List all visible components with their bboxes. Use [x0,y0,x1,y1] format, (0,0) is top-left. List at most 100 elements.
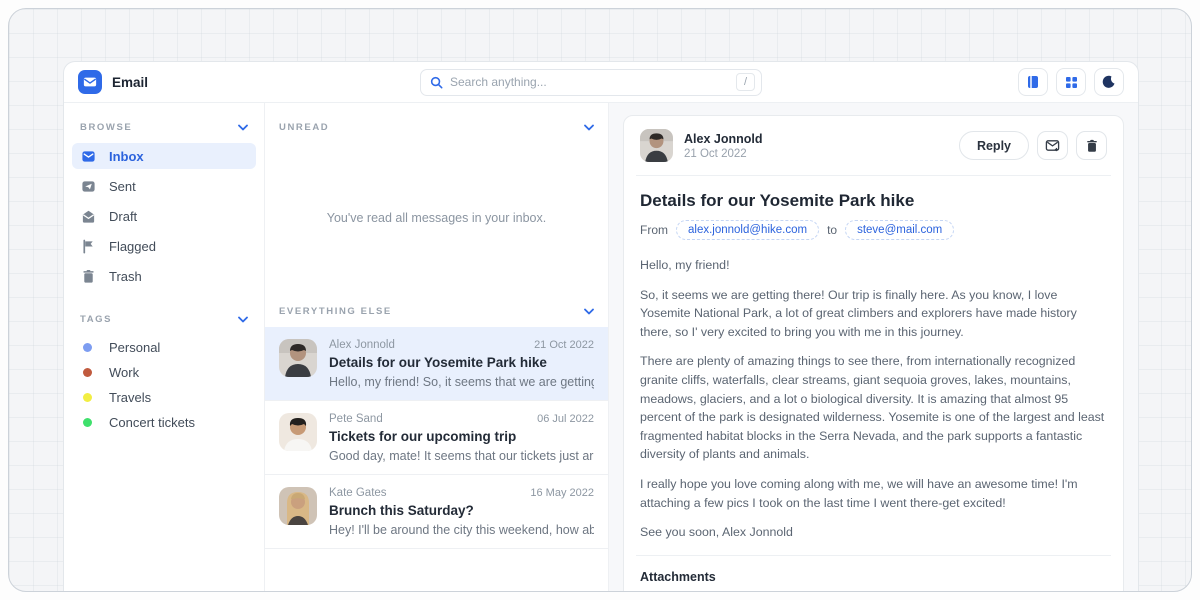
sidebar-item-inbox[interactable]: Inbox [72,143,256,169]
search-icon [430,76,443,89]
chevron-down-icon[interactable] [238,124,248,131]
unread-section-header: UNREAD [265,119,608,135]
reply-button[interactable]: Reply [959,131,1029,160]
forward-mail-button[interactable] [1037,131,1068,160]
flag-icon [81,239,96,254]
divider [636,555,1111,556]
grid-icon [1065,76,1078,89]
from-email-pill[interactable]: alex.jonnold@hike.com [676,220,819,240]
email-body: Hello, my friend! So, it seems we are ge… [640,256,1107,542]
from-to-row: From alex.jonnold@hike.com to steve@mail… [640,220,1107,240]
body-paragraph: See you soon, Alex Jonnold [640,523,1107,542]
body-paragraph: There are plenty of amazing things to se… [640,352,1107,464]
sidebar-item-draft[interactable]: Draft [72,203,256,229]
email-list-column: UNREAD You've read all messages in your … [265,103,609,591]
email-list-item[interactable]: Pete Sand 06 Jul 2022 Tickets for our up… [265,401,608,475]
email-snippet: Good day, mate! It seems that our ticket… [329,449,594,463]
search-bar[interactable]: / [420,69,762,96]
chevron-down-icon[interactable] [584,124,594,131]
sidebar-item-label: Flagged [109,239,156,254]
to-label: to [827,223,837,237]
tag-item-concert-tickets[interactable]: Concert tickets [72,410,256,435]
mail-plus-icon [1045,138,1060,153]
body-paragraph: So, it seems we are getting there! Our t… [640,286,1107,342]
email-detail-card: Alex Jonnold 21 Oct 2022 Reply [623,115,1124,592]
body-paragraph: I really hope you love coming along with… [640,475,1107,512]
tag-label: Work [109,365,139,380]
main-layout: BROWSE Inbox Sent Draft [64,103,1138,591]
trash-icon [81,269,96,284]
sidebar-item-label: Sent [109,179,136,194]
draft-icon [81,209,96,224]
tag-item-personal[interactable]: Personal [72,335,256,360]
moon-icon [1102,75,1116,89]
avatar [640,129,673,162]
email-summary: Pete Sand 06 Jul 2022 Tickets for our up… [329,413,594,463]
browse-nav: Inbox Sent Draft Flagged [64,143,264,289]
tags-list: Personal Work Travels Concert ticke [64,335,264,435]
email-sender: Kate Gates [329,487,387,499]
sidebar-item-trash[interactable]: Trash [72,263,256,289]
tag-color-dot [83,343,92,352]
delete-mail-button[interactable] [1076,131,1107,160]
header-actions [1018,68,1124,96]
attachments-label: Attachments [640,570,1107,584]
avatar [279,487,317,525]
detail-sender-block: Alex Jonnold 21 Oct 2022 [684,132,762,160]
email-summary: Alex Jonnold 21 Oct 2022 Details for our… [329,339,594,389]
tags-section-header: TAGS [64,311,264,327]
search-input[interactable] [450,75,736,89]
email-date: 21 Oct 2022 [534,339,594,351]
app-title: Email [112,75,148,90]
tag-label: Personal [109,340,160,355]
tags-title: TAGS [80,314,112,325]
sidebar-item-label: Inbox [109,149,144,164]
email-summary: Kate Gates 16 May 2022 Brunch this Satur… [329,487,594,537]
chevron-down-icon[interactable] [584,308,594,315]
email-snippet: Hello, my friend! So, it seems that we a… [329,375,594,389]
email-date: 06 Jul 2022 [537,413,594,425]
email-app-window: Email / [63,61,1139,591]
browse-title: BROWSE [80,122,132,133]
email-list-item[interactable]: Kate Gates 16 May 2022 Brunch this Satur… [265,475,608,549]
apps-grid-button[interactable] [1056,68,1086,96]
app-header: Email / [64,62,1138,103]
tag-item-travels[interactable]: Travels [72,385,256,410]
everything-else-header: EVERYTHING ELSE [265,303,608,319]
divider [636,175,1111,176]
tag-color-dot [83,368,92,377]
tag-color-dot [83,393,92,402]
trash-icon [1085,139,1099,153]
tags-section: TAGS Personal Work [64,311,264,435]
email-sender: Pete Sand [329,413,383,425]
sidebar-item-sent[interactable]: Sent [72,173,256,199]
dark-mode-toggle[interactable] [1094,68,1124,96]
chevron-down-icon[interactable] [238,316,248,323]
email-subject: Brunch this Saturday? [329,503,594,518]
tag-label: Travels [109,390,151,405]
body-paragraph: Hello, my friend! [640,256,1107,275]
everything-else-title: EVERYTHING ELSE [279,306,392,317]
desktop-frame: Email / [8,8,1192,592]
sidebar: BROWSE Inbox Sent Draft [64,103,265,591]
detail-header: Alex Jonnold 21 Oct 2022 Reply [640,129,1107,162]
sidebar-item-flagged[interactable]: Flagged [72,233,256,259]
email-logo-icon [78,70,102,94]
inbox-icon [81,149,96,164]
browse-section-header: BROWSE [64,119,264,135]
sidebar-item-label: Draft [109,209,137,224]
to-email-pill[interactable]: steve@mail.com [845,220,954,240]
unread-empty-message: You've read all messages in your inbox. [265,211,608,225]
avatar [279,413,317,451]
email-subject: Details for our Yosemite Park hike [329,355,594,370]
email-list-item[interactable]: Alex Jonnold 21 Oct 2022 Details for our… [265,327,608,401]
tag-label: Concert tickets [109,415,195,430]
email-snippet: Hey! I'll be around the city this weeken… [329,523,594,537]
unread-title: UNREAD [279,122,329,133]
avatar [279,339,317,377]
detail-subject: Details for our Yosemite Park hike [640,191,1107,211]
search-shortcut-key: / [736,73,755,91]
tag-item-work[interactable]: Work [72,360,256,385]
detail-date: 21 Oct 2022 [684,148,762,160]
address-book-button[interactable] [1018,68,1048,96]
